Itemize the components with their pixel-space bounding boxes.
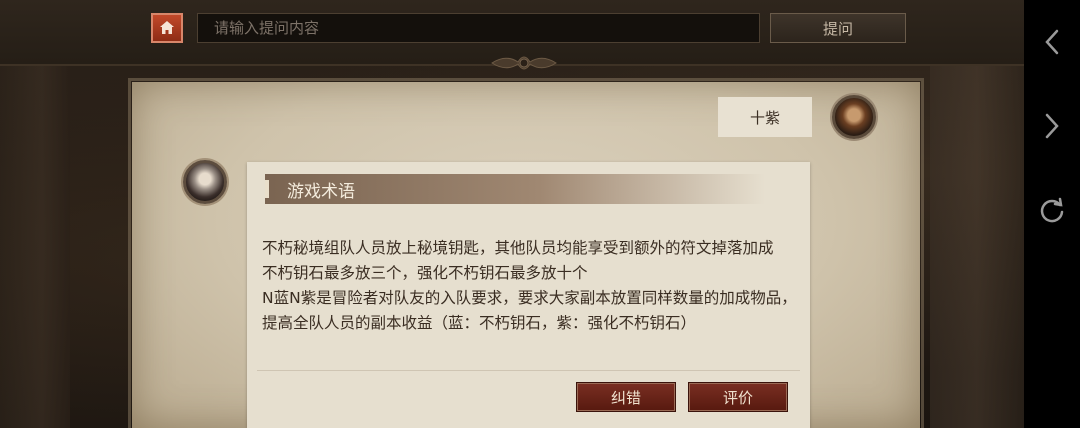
ask-button[interactable]: 提问 — [770, 13, 906, 43]
answer-card: 游戏术语 不朽秘境组队人员放上秘境钥匙，其他队员均能享受到额外的符文掉落加成 不… — [247, 162, 810, 428]
question-input[interactable] — [197, 13, 760, 43]
refresh-button[interactable] — [1038, 196, 1066, 224]
chevron-right-icon — [1045, 113, 1059, 139]
chevron-left-icon — [1045, 29, 1059, 55]
answer-body: 不朽秘境组队人员放上秘境钥匙，其他队员均能享受到额外的符文掉落加成 不朽钥石最多… — [262, 236, 800, 336]
user-message-text: 十紫 — [749, 108, 780, 127]
user-message-bubble: 十紫 — [718, 97, 812, 137]
system-nav-bar — [1024, 0, 1080, 428]
forward-button[interactable] — [1038, 112, 1066, 140]
background-decoration-left — [0, 60, 70, 428]
correct-button[interactable]: 纠错 — [576, 382, 676, 412]
user-avatar — [832, 95, 876, 139]
ornament-decoration — [488, 50, 560, 76]
ask-button-label: 提问 — [822, 19, 853, 38]
answer-line: N蓝N紫是冒险者对队友的入队要求，要求大家副本放置同样数量的加成物品，提高全队人… — [262, 289, 797, 332]
answer-line: 不朽秘境组队人员放上秘境钥匙，其他队员均能享受到额外的符文掉落加成 — [262, 239, 774, 257]
home-button[interactable] — [151, 13, 183, 43]
answer-line: 不朽钥石最多放三个，强化不朽钥石最多放十个 — [262, 264, 588, 282]
back-button[interactable] — [1038, 28, 1066, 56]
answer-title-bar: 游戏术语 — [265, 174, 765, 204]
answer-divider — [257, 370, 800, 371]
assistant-avatar — [183, 160, 227, 204]
correct-button-label: 纠错 — [610, 388, 641, 407]
home-icon — [160, 21, 174, 34]
rate-button-label: 评价 — [722, 388, 753, 407]
answer-title: 游戏术语 — [287, 181, 355, 202]
background-decoration-right — [930, 60, 1024, 428]
rate-button[interactable]: 评价 — [688, 382, 788, 412]
refresh-icon — [1040, 197, 1064, 223]
